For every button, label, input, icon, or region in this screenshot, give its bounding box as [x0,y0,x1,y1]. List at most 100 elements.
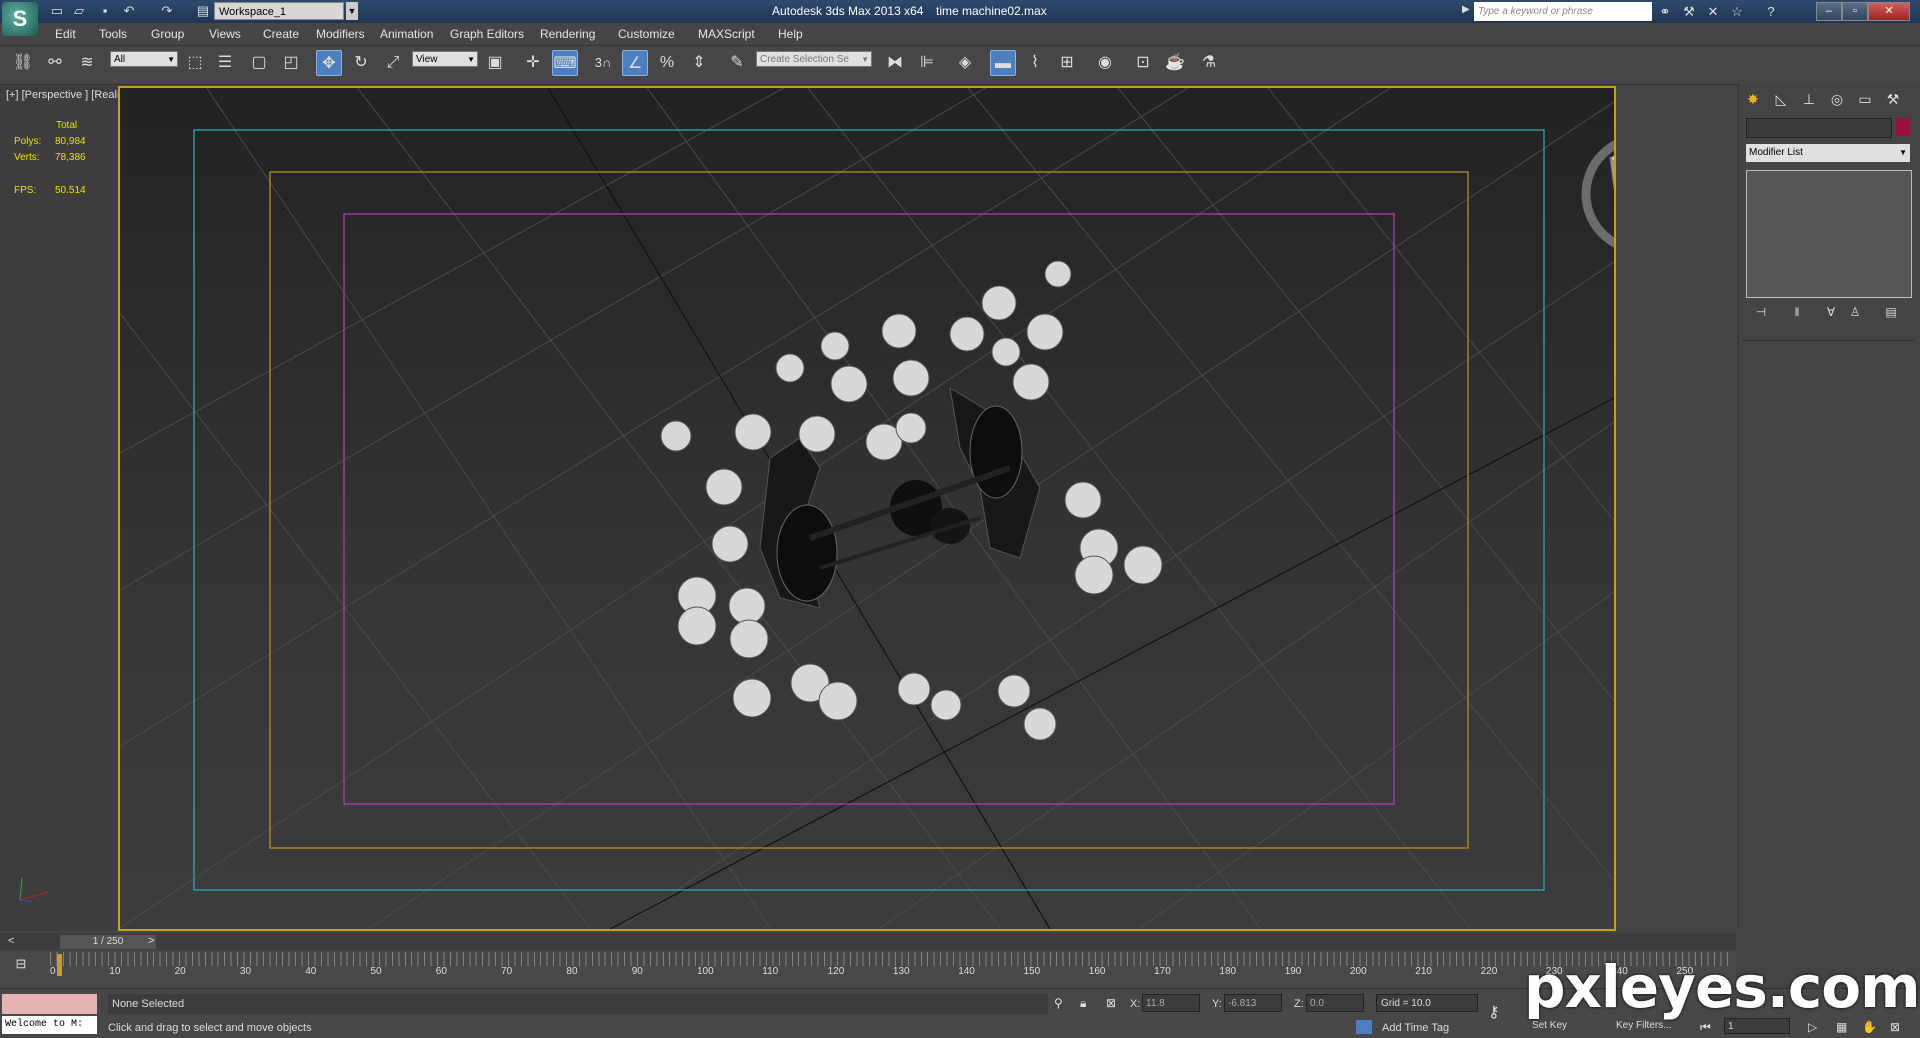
next-frame-arrow-icon[interactable]: > [148,935,154,947]
menu-group[interactable]: Group [151,27,184,41]
new-file-icon[interactable]: ▭ [48,3,66,19]
go-to-start-icon[interactable]: ⏮ [1700,1020,1711,1035]
maximize-button[interactable]: ▫ [1842,2,1868,21]
absolute-mode-icon[interactable]: ⊠ [1106,996,1116,1010]
project-folder-icon[interactable]: ▤ [194,3,212,19]
communication-icon[interactable]: ✕ [1704,3,1722,20]
help-icon[interactable]: ? [1762,3,1780,20]
time-slider-thumb[interactable]: 1 / 250 [60,935,156,949]
maxscript-listener-mini[interactable] [2,994,97,1014]
x-coordinate-field[interactable]: 11.8 [1142,994,1200,1012]
search-expand-icon[interactable]: ▶ [1462,4,1470,15]
search-input[interactable]: Type a keyword or phrase [1474,2,1652,21]
favorites-icon[interactable]: ☆ [1728,3,1746,20]
create-tab-icon[interactable]: ✸ [1742,88,1764,110]
key-filters-button[interactable]: Key Filters... [1616,1020,1672,1031]
mirror-icon[interactable]: ⧓ [882,50,908,76]
close-button[interactable]: ✕ [1868,2,1910,21]
viewcube[interactable] [1581,138,1614,250]
object-color-swatch[interactable] [1896,118,1910,136]
show-end-result-icon[interactable]: ‖ [1788,303,1806,321]
angle-snap-icon[interactable]: ∠ [622,50,648,76]
menu-views[interactable]: Views [209,27,241,41]
maxscript-listener-input[interactable]: Welcome to M: [2,1016,97,1034]
make-unique-icon[interactable]: ∀ [1822,303,1840,321]
set-key-button[interactable]: Set Key [1532,1020,1567,1031]
align-icon[interactable]: ⊫ [914,50,940,76]
menu-help[interactable]: Help [778,27,803,41]
layer-manager-icon[interactable]: ◈ [952,50,978,76]
redo-icon[interactable]: ↷ [158,3,176,19]
schematic-view-icon[interactable]: ⊞ [1054,50,1080,76]
menu-tools[interactable]: Tools [99,27,127,41]
pin-stack-icon[interactable]: ⊣ [1752,303,1770,321]
reference-coordinate-dropdown[interactable]: View ▼ [412,51,478,67]
utilities-tab-icon[interactable]: ⚒ [1882,88,1904,110]
add-time-tag-button[interactable]: Add Time Tag [1382,1022,1449,1034]
display-tab-icon[interactable]: ▭ [1854,88,1876,110]
pan-view-icon[interactable]: ✋ [1862,1020,1877,1034]
undo-icon[interactable]: ↶ [120,3,138,19]
graphite-ribbon-icon[interactable]: ▬ [990,50,1016,76]
modifier-list-dropdown[interactable]: Modifier List ▼ [1746,144,1910,162]
percent-snap-icon[interactable]: % [654,50,680,76]
keyboard-shortcut-override-icon[interactable]: ⌨ [552,50,578,76]
menu-modifiers[interactable]: Modifiers [316,27,365,41]
save-file-icon[interactable]: ▪ [96,3,114,19]
modifier-stack[interactable] [1746,170,1912,298]
bind-to-space-warp-icon[interactable]: ≋ [74,50,100,76]
unlink-selection-icon[interactable]: ⚯ [42,50,68,76]
y-coordinate-field[interactable]: -6.813 [1224,994,1282,1012]
isolate-selection-icon[interactable]: ⚲ [1054,996,1063,1010]
select-manipulate-icon[interactable]: ✛ [520,50,546,76]
select-and-link-icon[interactable]: ⛓ [10,50,36,76]
application-menu-button[interactable]: S [2,2,38,36]
motion-tab-icon[interactable]: ◎ [1826,88,1848,110]
zoom-extents-icon[interactable]: ▦ [1836,1020,1847,1034]
select-and-move-icon[interactable]: ✥ [316,50,342,76]
select-by-name-icon[interactable]: ☰ [212,50,238,76]
edit-named-selection-icon[interactable]: ✎ [724,50,750,76]
mini-curve-editor-icon[interactable]: ⊟ [10,956,32,974]
menu-create[interactable]: Create [263,27,299,41]
select-object-icon[interactable]: ⬚ [182,50,208,76]
menu-maxscript[interactable]: MAXScript [698,27,755,41]
maximize-viewport-icon[interactable]: ⊠ [1890,1020,1900,1034]
render-production-icon[interactable]: ⚗ [1196,50,1222,76]
snaps-toggle-icon[interactable]: 3∩ [590,50,616,76]
time-tag-icon[interactable] [1356,1020,1372,1034]
select-and-scale-icon[interactable]: ⤢ [380,50,406,76]
selection-filter-dropdown[interactable]: All ▼ [110,51,178,67]
binoculars-icon[interactable]: ⚭ [1656,3,1674,20]
minimize-button[interactable]: – [1816,2,1842,21]
remove-modifier-icon[interactable]: ♙ [1846,303,1864,321]
selection-lock-icon[interactable]: 🔒︎ [1080,996,1086,1011]
menu-animation[interactable]: Animation [380,27,433,41]
time-slider[interactable] [0,933,1736,950]
set-key-icon[interactable]: ⚷ [1488,1002,1500,1022]
z-coordinate-field[interactable]: 0.0 [1306,994,1364,1012]
menu-rendering[interactable]: Rendering [540,27,595,41]
material-editor-icon[interactable]: ◉ [1092,50,1118,76]
workspace-dropdown[interactable]: Workspace_1 [214,2,344,20]
rendered-frame-window-icon[interactable]: ☕ [1162,50,1188,76]
spinner-snap-icon[interactable]: ⇕ [686,50,712,76]
menu-customize[interactable]: Customize [618,27,675,41]
hierarchy-tab-icon[interactable]: ⊥ [1798,88,1820,110]
object-name-input[interactable] [1746,118,1892,138]
menu-graph-editors[interactable]: Graph Editors [450,27,524,41]
perspective-viewport[interactable] [118,86,1616,931]
menu-edit[interactable]: Edit [55,27,76,41]
prev-frame-arrow-icon[interactable]: < [8,935,14,947]
open-file-icon[interactable]: ▱ [70,3,88,19]
workspace-arrow-icon[interactable]: ▼ [346,2,358,20]
subscription-icon[interactable]: ⚒ [1680,3,1698,20]
modify-tab-icon[interactable]: ◺ [1770,88,1792,110]
configure-modifier-sets-icon[interactable]: ▤ [1882,303,1900,321]
pivot-center-icon[interactable]: ▣ [482,50,508,76]
window-crossing-icon[interactable]: ◰ [278,50,304,76]
select-and-rotate-icon[interactable]: ↻ [348,50,374,76]
render-setup-icon[interactable]: ⊡ [1130,50,1156,76]
rectangular-selection-icon[interactable]: ▢ [246,50,272,76]
play-icon[interactable]: ▷ [1808,1020,1817,1034]
